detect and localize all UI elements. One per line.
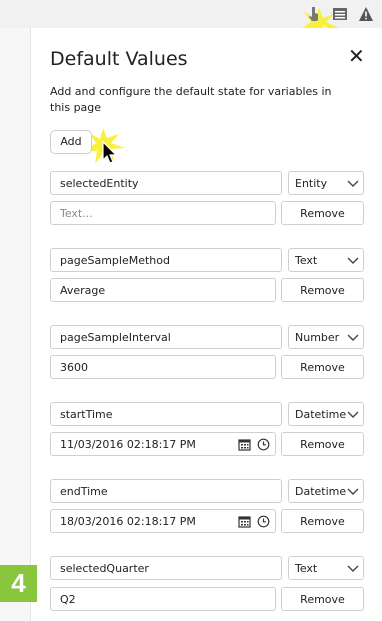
- variable-type-value: Number: [295, 331, 340, 344]
- calendar-icon[interactable]: [238, 515, 251, 528]
- remove-button[interactable]: Remove: [281, 432, 364, 456]
- variable-type-select[interactable]: Datetime: [288, 479, 364, 503]
- chevron-down-icon: [347, 334, 359, 341]
- variable-name-input[interactable]: startTime: [50, 402, 282, 426]
- chevron-down-icon: [347, 411, 359, 418]
- chevron-down-icon: [347, 565, 359, 572]
- variable-type-select[interactable]: Entity: [288, 171, 364, 195]
- variable-value-input[interactable]: Q2: [50, 587, 276, 611]
- chevron-down-icon: [347, 488, 359, 495]
- variable-name-input[interactable]: selectedEntity: [50, 171, 282, 195]
- datetime-value-input[interactable]: 18/03/2016 02:18:17 PM: [50, 509, 276, 533]
- variable-name-input[interactable]: selectedQuarter: [50, 556, 282, 580]
- variable-name-input[interactable]: pageSampleInterval: [50, 325, 282, 349]
- clock-icon[interactable]: [257, 438, 270, 451]
- panel-description: Add and configure the default state for …: [50, 85, 332, 114]
- close-button[interactable]: ✕: [348, 46, 365, 66]
- variable-value-input[interactable]: 3600: [50, 355, 276, 379]
- list-window-icon[interactable]: [332, 6, 348, 22]
- datetime-value: 18/03/2016 02:18:17 PM: [60, 515, 196, 528]
- variable-type-value: Text: [295, 254, 318, 267]
- hand-pointer-icon[interactable]: [306, 6, 322, 22]
- datetime-value: 11/03/2016 02:18:17 PM: [60, 438, 196, 451]
- clock-icon[interactable]: [257, 515, 270, 528]
- variable-type-select[interactable]: Text: [288, 248, 364, 272]
- remove-button[interactable]: Remove: [281, 278, 364, 302]
- variable-type-select[interactable]: Number: [288, 325, 364, 349]
- chevron-down-icon: [347, 180, 359, 187]
- variable-name-input[interactable]: pageSampleMethod: [50, 248, 282, 272]
- variable-type-value: Entity: [295, 177, 328, 190]
- panel-title: Default Values: [50, 48, 188, 70]
- add-button[interactable]: Add: [50, 130, 92, 154]
- variable-value-input[interactable]: Average: [50, 278, 276, 302]
- variable-type-value: Datetime: [295, 408, 347, 421]
- remove-button[interactable]: Remove: [281, 587, 364, 611]
- calendar-icon[interactable]: [238, 438, 251, 451]
- chevron-down-icon: [347, 257, 359, 264]
- remove-button[interactable]: Remove: [281, 509, 364, 533]
- variable-name-input[interactable]: endTime: [50, 479, 282, 503]
- mouse-cursor-icon: [102, 140, 118, 164]
- step-number-badge: 4: [0, 565, 37, 602]
- top-toolbar: [0, 0, 382, 48]
- variable-type-value: Text: [295, 562, 318, 575]
- left-gutter: [0, 28, 30, 621]
- variable-type-select[interactable]: Datetime: [288, 402, 364, 426]
- variable-type-value: Datetime: [295, 485, 347, 498]
- datetime-value-input[interactable]: 11/03/2016 02:18:17 PM: [50, 432, 276, 456]
- variable-value-input[interactable]: Text...: [50, 201, 276, 225]
- remove-button[interactable]: Remove: [281, 355, 364, 379]
- variable-type-select[interactable]: Text: [288, 556, 364, 580]
- default-values-panel: Default Values ✕ Add and configure the d…: [30, 28, 382, 621]
- remove-button[interactable]: Remove: [281, 201, 364, 225]
- warning-icon[interactable]: [358, 6, 374, 22]
